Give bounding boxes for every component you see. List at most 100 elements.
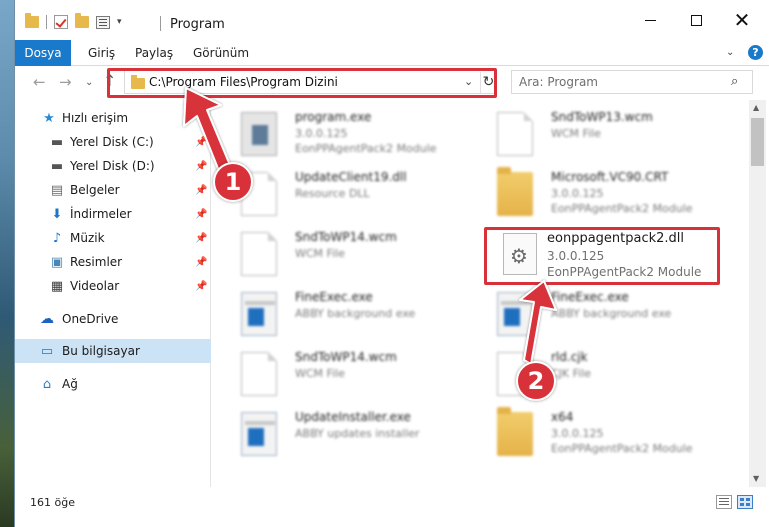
large-icons-view-icon[interactable] [737, 495, 753, 509]
highlighted-file-item[interactable]: ⚙ eonppagentpack2.dll 3.0.0.125 EonPPAge… [501, 228, 737, 286]
pin-icon[interactable]: 📌 [195, 137, 207, 148]
tab-view[interactable]: Görünüm [193, 40, 249, 66]
vertical-scrollbar[interactable]: ▲ ▼ [749, 100, 766, 487]
list-item[interactable]: SndToWP14.wcm WCM File [241, 348, 491, 408]
list-item[interactable]: FineExec.exe ABBY background exe [497, 288, 747, 348]
navigation-bar: ← → ⌄ ↑ C:\Program Files\Program Dizini … [15, 66, 769, 100]
tab-file[interactable]: Dosya [15, 40, 71, 66]
folder-icon [497, 407, 533, 456]
tab-home[interactable]: Giriş [88, 40, 115, 66]
file-icon [241, 232, 277, 276]
address-path[interactable]: C:\Program Files\Program Dizini [149, 75, 338, 89]
sidebar-item-label: Yerel Disk (D:) [70, 159, 155, 173]
file-type: WCM File [551, 127, 601, 140]
file-description: EonPPAgentPack2 Module [547, 265, 702, 279]
navigation-pane: ★ Hızlı erişim ▬ Yerel Disk (C:) 📌 ▬ Yer… [15, 100, 211, 487]
desktop-background [0, 0, 14, 527]
pin-icon[interactable]: 📌 [195, 233, 207, 244]
title-bar: ▾ Program ✕ [15, 0, 769, 40]
list-item[interactable]: FineExec.exe ABBY background exe [241, 288, 491, 348]
list-item[interactable]: program.exe 3.0.0.125 EonPPAgentPack2 Mo… [241, 108, 491, 168]
sidebar-item-music[interactable]: ♪ Müzik 📌 [15, 226, 211, 250]
scroll-down-arrow-icon[interactable]: ▼ [753, 474, 759, 483]
properties-check-icon[interactable] [54, 15, 68, 29]
file-type: ABBY background exe [295, 307, 416, 320]
file-name: UpdateInstaller.exe [295, 410, 411, 424]
this-pc-icon: ▭ [40, 343, 54, 359]
file-name: SndToWP14.wcm [295, 230, 397, 244]
maximize-icon [690, 14, 702, 26]
minimize-icon [644, 19, 656, 21]
file-name: rld.cjk [551, 350, 588, 364]
file-version: 3.0.0.125 [295, 127, 348, 140]
forward-arrow-icon[interactable]: → [59, 73, 72, 91]
pin-icon[interactable]: 📌 [195, 281, 207, 292]
application-icon [497, 292, 533, 336]
music-icon: ♪ [52, 230, 62, 246]
recent-locations-chevron-icon[interactable]: ⌄ [85, 77, 93, 88]
help-icon[interactable]: ? [748, 45, 763, 60]
window-title: Program [170, 17, 225, 32]
properties-icon[interactable] [96, 15, 110, 29]
sidebar-item-quick-access[interactable]: ★ Hızlı erişim [15, 106, 211, 130]
folder-icon[interactable] [25, 13, 39, 28]
setup-icon [241, 112, 277, 156]
sidebar-item-downloads[interactable]: ⬇ İndirmeler 📌 [15, 202, 211, 226]
close-button[interactable]: ✕ [719, 0, 765, 40]
sidebar-item-this-pc[interactable]: ▭ Bu bilgisayar [15, 339, 211, 363]
sidebar-item-label: Ağ [62, 377, 78, 391]
pin-icon[interactable]: 📌 [195, 185, 207, 196]
sidebar-item-label: Müzik [70, 231, 105, 245]
list-item[interactable]: x64 3.0.0.125 EonPPAgentPack2 Module [497, 407, 747, 468]
sidebar-item-local-disk-c[interactable]: ▬ Yerel Disk (C:) 📌 [15, 130, 211, 154]
file-type: ABBY updates installer [295, 427, 420, 440]
list-item[interactable]: SndToWP13.wcm WCM File [497, 108, 747, 168]
sidebar-item-network[interactable]: ⌂ Ağ [15, 372, 211, 396]
application-icon [241, 292, 277, 336]
pin-icon[interactable]: 📌 [195, 161, 207, 172]
sidebar-item-onedrive[interactable]: ☁ OneDrive [15, 307, 211, 331]
list-item[interactable]: UpdateInstaller.exe ABBY updates install… [241, 408, 491, 468]
sidebar-item-documents[interactable]: ▤ Belgeler 📌 [15, 178, 211, 202]
expand-ribbon-chevron-icon[interactable]: ⌄ [726, 47, 734, 58]
onedrive-icon: ☁ [40, 311, 54, 327]
videos-icon: ▦ [50, 278, 64, 294]
ribbon-tabs: Dosya Giriş Paylaş Görünüm ⌄ ? [15, 40, 769, 66]
sidebar-item-pictures[interactable]: ▣ Resimler 📌 [15, 250, 211, 274]
pin-icon[interactable]: 📌 [195, 257, 207, 268]
up-arrow-icon[interactable]: ↑ [103, 71, 116, 90]
refresh-icon[interactable]: ↻ [480, 72, 496, 93]
scrollbar-thumb[interactable] [751, 118, 764, 166]
file-name: SndToWP14.wcm [295, 350, 397, 364]
minimize-button[interactable] [627, 0, 673, 40]
maximize-button[interactable] [673, 0, 719, 40]
details-view-icon[interactable] [716, 495, 732, 509]
file-type: CJK File [551, 367, 592, 380]
customize-toolbar-chevron-icon[interactable]: ▾ [117, 17, 122, 27]
file-type: WCM File [295, 367, 345, 380]
list-item[interactable]: Microsoft.VC90.CRT 3.0.0.125 EonPPAgentP… [497, 167, 747, 228]
list-item[interactable]: UpdateClient19.dll Resource DLL [241, 168, 491, 228]
list-item[interactable]: SndToWP14.wcm WCM File [241, 228, 491, 288]
scroll-up-arrow-icon[interactable]: ▲ [753, 103, 759, 112]
file-list: program.exe 3.0.0.125 EonPPAgentPack2 Mo… [213, 100, 749, 487]
search-input[interactable]: Ara: Program ⌕ [511, 70, 753, 94]
back-arrow-icon[interactable]: ← [33, 73, 46, 91]
star-icon: ★ [43, 110, 55, 126]
sidebar-item-label: Bu bilgisayar [62, 344, 140, 358]
file-name: x64 [551, 410, 574, 424]
pictures-icon: ▣ [50, 254, 64, 270]
new-folder-icon[interactable] [75, 13, 89, 28]
file-description: EonPPAgentPack2 Module [551, 442, 693, 455]
file-name: SndToWP13.wcm [551, 110, 653, 124]
item-count: 161 öğe [30, 496, 75, 509]
address-bar[interactable]: C:\Program Files\Program Dizini ⌄ ↻ [124, 70, 496, 94]
pin-icon[interactable]: 📌 [195, 209, 207, 220]
search-icon[interactable]: ⌕ [731, 74, 738, 89]
tab-share[interactable]: Paylaş [135, 40, 173, 66]
sidebar-item-videos[interactable]: ▦ Videolar 📌 [15, 274, 211, 298]
sidebar-item-local-disk-d[interactable]: ▬ Yerel Disk (D:) 📌 [15, 154, 211, 178]
gears-icon: ⚙ [510, 244, 528, 268]
address-dropdown-chevron-icon[interactable]: ⌄ [464, 75, 473, 88]
file-name: program.exe [295, 110, 372, 124]
